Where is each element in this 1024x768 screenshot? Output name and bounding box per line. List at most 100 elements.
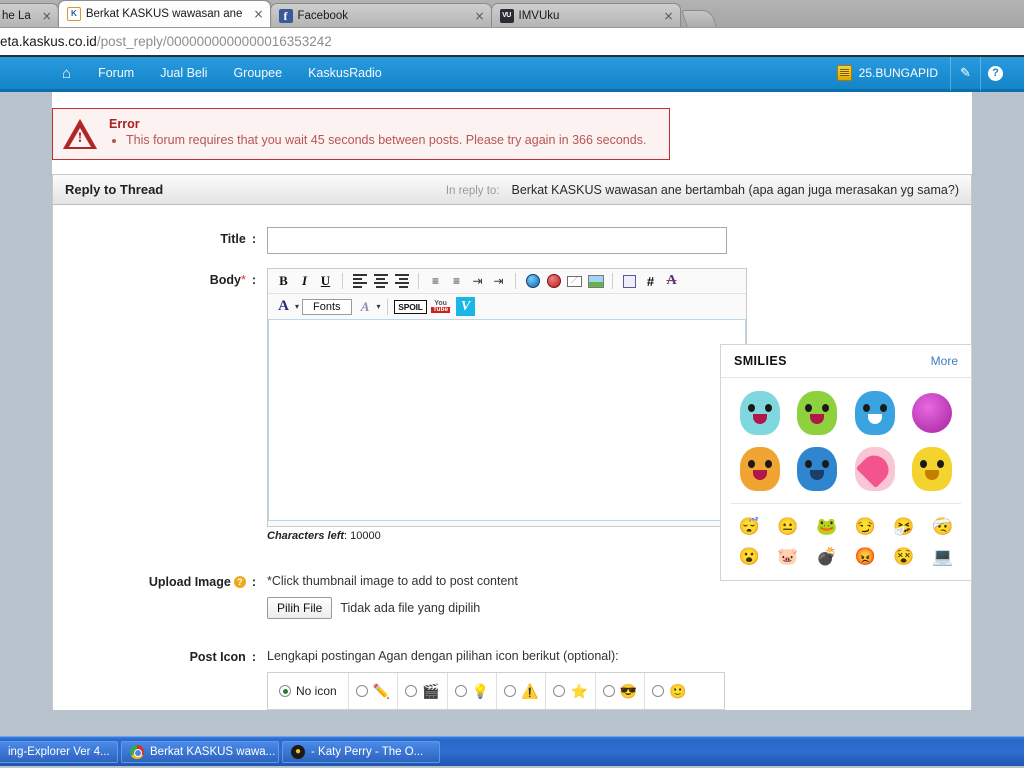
address-bar[interactable]: eta.kaskus.co.id/post_reply/000000000000… (0, 27, 1024, 57)
nav-item-kaskusradio[interactable]: KaskusRadio (295, 57, 395, 91)
close-icon[interactable]: × (42, 9, 52, 23)
vimeo-icon[interactable]: V (454, 296, 478, 317)
browser-tab-2[interactable]: f Facebook × (269, 3, 492, 27)
chevron-down-icon[interactable]: ▾ (295, 302, 299, 311)
smiley-love-heart-pink[interactable] (848, 442, 902, 495)
radio-button[interactable] (504, 685, 516, 697)
remove-format-icon[interactable]: A (661, 271, 682, 292)
body-textarea[interactable] (268, 319, 746, 521)
remove-link-icon[interactable] (543, 271, 564, 292)
insert-code-icon[interactable]: # (640, 271, 661, 292)
chevron-down-icon[interactable]: ▾ (377, 302, 381, 311)
indent-icon[interactable]: ⇥ (488, 271, 509, 292)
smiley-bomb-black[interactable]: 💣 (808, 544, 845, 570)
user-menu[interactable]: 25.BUNGAPID (825, 65, 950, 81)
taskbar-item-0[interactable]: ing-Explorer Ver 4... (0, 740, 118, 763)
smiley-smirk-yellow[interactable]: 😏 (847, 514, 884, 540)
smiley-frog-green[interactable]: 🐸 (808, 514, 845, 540)
smiley-angry-red[interactable]: 😡 (847, 544, 884, 570)
title-input[interactable] (267, 227, 727, 254)
nav-item-jual-beli[interactable]: Jual Beli (147, 57, 220, 91)
choose-file-button[interactable]: Pilih File (267, 597, 333, 619)
clapperboard-icon: 🎬 (422, 683, 440, 699)
browser-tab-3[interactable]: VU IMVUku × (490, 3, 681, 27)
smiley-laugh-orange[interactable] (733, 442, 787, 495)
in-reply-to-label: In reply to: (445, 184, 500, 197)
smiley-starry-eyes-blue[interactable] (790, 442, 844, 495)
smiley-genie-purple[interactable] (905, 386, 959, 439)
help-icon-wrap[interactable]: ? (980, 57, 1010, 91)
browser-tab-0[interactable]: he La × (0, 3, 59, 27)
smiley-shock-cyan[interactable] (733, 386, 787, 439)
close-icon[interactable]: × (253, 7, 263, 21)
smiley-shy-yellow[interactable] (905, 442, 959, 495)
insert-email-icon[interactable] (564, 271, 585, 292)
smiley-shout-yellow[interactable]: 😮 (731, 544, 768, 570)
post-icon-option-lightbulb[interactable]: 💡 (448, 673, 497, 709)
smilies-more-link[interactable]: More (931, 354, 958, 368)
smiley-tissue-cyan[interactable]: 🤧 (886, 514, 923, 540)
insert-image-icon[interactable] (585, 271, 606, 292)
new-tab-button[interactable] (680, 10, 717, 27)
align-left-icon[interactable] (349, 271, 370, 292)
post-icon-label-text: Post Icon (189, 650, 246, 664)
smilies-grid-large (721, 378, 971, 501)
navbar-right: 25.BUNGAPID ✎ ? (825, 57, 1024, 91)
taskbar-item-2[interactable]: ● - Katy Perry - The O... (282, 740, 440, 763)
smiley-pig-pink[interactable]: 🐷 (770, 544, 807, 570)
bold-icon[interactable]: B (273, 271, 294, 292)
editor-toolbar-row-2: A ▾ Fonts A ▾ SPOIL You Tube V (268, 294, 746, 319)
underline-icon[interactable]: U (315, 271, 336, 292)
numbered-list-icon[interactable]: ≡ (446, 271, 467, 292)
radio-button[interactable] (405, 685, 418, 697)
taskbar-item-1[interactable]: Berkat KASKUS wawa... (121, 740, 279, 763)
file-status-text: Tidak ada file yang dipilih (340, 601, 481, 615)
outdent-icon[interactable]: ⇥ (467, 271, 488, 292)
radio-button[interactable] (454, 685, 467, 697)
post-icon-note: Lengkapi postingan Agan dengan pilihan i… (267, 649, 619, 663)
smiley-dizzy-orange[interactable]: 😵 (886, 544, 923, 570)
align-center-icon[interactable] (370, 271, 391, 292)
post-icon-option-clapperboard[interactable]: 🎬 (398, 673, 448, 709)
post-icon-option-cool[interactable]: 😎 (596, 673, 646, 709)
font-color-icon[interactable]: A (273, 296, 294, 317)
help-icon[interactable]: ? (233, 576, 246, 588)
post-icon-option-pencil[interactable]: ✏️ (349, 673, 399, 709)
spoil-label: SPOIL (394, 299, 427, 314)
pencil-icon: ✏️ (372, 683, 391, 699)
nav-item-groupee[interactable]: Groupee (220, 57, 295, 91)
fonts-dropdown[interactable]: Fonts (302, 298, 352, 315)
post-icon-option-smiley[interactable]: 🙂 (645, 673, 693, 709)
radio-button[interactable] (355, 685, 368, 697)
radio-button[interactable] (652, 685, 665, 697)
smiley-icon: 🙂 (669, 683, 687, 699)
close-icon[interactable]: × (663, 9, 673, 23)
pencil-icon[interactable]: ✎ (950, 57, 980, 91)
smiley-sleep-blue[interactable]: 😴 (731, 514, 768, 540)
home-icon[interactable]: ⌂ (48, 57, 85, 91)
post-icon-option-none[interactable]: No icon (268, 673, 349, 709)
insert-quote-icon[interactable] (619, 271, 640, 292)
youtube-bottom: Tube (431, 305, 451, 314)
spoiler-button[interactable]: SPOIL (394, 296, 428, 317)
close-icon[interactable]: × (474, 9, 484, 23)
smiley-alien-green[interactable] (790, 386, 844, 439)
insert-link-icon[interactable] (522, 271, 543, 292)
nav-item-forum[interactable]: Forum (85, 57, 147, 91)
smiley-grin-blue[interactable] (848, 386, 902, 439)
youtube-icon[interactable]: You Tube (428, 296, 454, 317)
font-size-icon[interactable]: A (355, 296, 376, 317)
post-icon-option-star[interactable]: ⭐ (546, 673, 596, 709)
radio-button[interactable] (602, 685, 615, 697)
browser-tab-1[interactable]: K Berkat KASKUS wawasan ane × (57, 0, 271, 27)
question-mark-icon: ? (988, 65, 1003, 81)
bullet-list-icon[interactable]: ≡ (425, 271, 446, 292)
smiley-computer-gray[interactable]: 💻 (924, 544, 961, 570)
radio-button[interactable] (279, 685, 291, 697)
italic-icon[interactable]: I (294, 271, 315, 292)
radio-button[interactable] (553, 685, 566, 697)
smiley-injured-white[interactable]: 🤕 (924, 514, 961, 540)
post-icon-option-warning[interactable]: ⚠️ (497, 673, 547, 709)
align-right-icon[interactable] (391, 271, 412, 292)
smiley-plain-yellow[interactable]: 😐 (770, 514, 807, 540)
